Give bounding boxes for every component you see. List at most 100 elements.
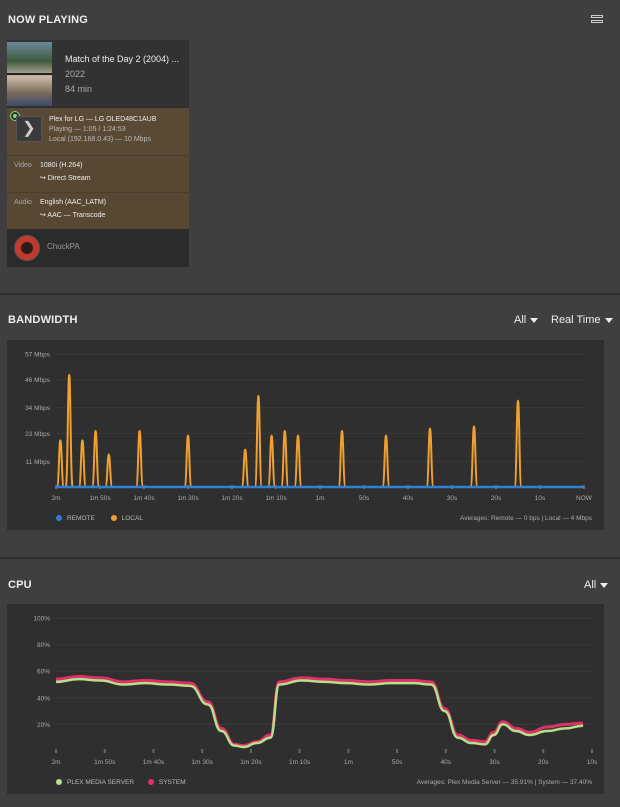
x-tick-label: 1m 20s: [221, 495, 243, 502]
player-info: ❯ Plex for LG — LG OLED48C1AUB Playing —…: [7, 108, 189, 156]
chevron-down-icon: [530, 317, 539, 323]
y-tick-label: 60%: [37, 669, 50, 676]
now-playing-title: NOW PLAYING: [8, 14, 89, 26]
x-tick-mark: [55, 749, 57, 753]
bandwidth-chart-svg: 57 Mbps 46 Mbps 34 Mbps 23 Mbps 11 Mbps 2m 1m …: [25, 352, 593, 503]
x-tick-mark: [249, 749, 252, 753]
x-tick-label: 1m 50s: [94, 759, 116, 766]
x-tick-mark: [152, 749, 155, 753]
x-tick-label: 1m: [315, 495, 324, 502]
player-status: Playing — 1:05 / 1:24:53: [49, 126, 126, 133]
cpu-chart-svg: 100% 80% 60% 40% 20% 2m 1m 50s 1m 40s 1m 30s 1m 2…: [33, 616, 598, 767]
player-network: Local (192.168.0.43) — 10 Mbps: [49, 136, 151, 143]
y-tick-label: 20%: [37, 722, 50, 729]
x-tick-mark: [542, 749, 545, 753]
username[interactable]: ChuckPA: [47, 242, 80, 251]
audio-stream-info: Audio English (AAC_LATM) ↪ AAC — Transco…: [7, 192, 189, 229]
media-duration: 84 min: [65, 84, 93, 94]
avatar: [14, 235, 40, 261]
video-mode: ↪ Direct Stream: [40, 175, 91, 182]
x-tick-label: 40s: [403, 495, 414, 502]
now-playing-card[interactable]: Match of the Day 2 (2004) ... 2022 84 mi…: [7, 40, 189, 267]
player-name: Plex for LG — LG OLED48C1AUB: [49, 116, 157, 123]
bandwidth-averages: Averages: Remote — 0 bps | Local — 4 Mbp…: [460, 515, 592, 522]
bandwidth-section: BANDWIDTH All Real Time 57 Mbps 46 Mbps 34…: [0, 295, 620, 557]
bandwidth-title: BANDWIDTH: [8, 314, 78, 326]
video-value: 1080i (H.264): [40, 162, 83, 169]
bandwidth-filter-label: All: [514, 314, 527, 326]
y-tick-label: 23 Mbps: [25, 431, 51, 438]
x-tick-label: 20s: [538, 759, 549, 766]
x-tick-mark: [201, 749, 204, 753]
y-tick-label: 34 Mbps: [25, 405, 51, 412]
x-tick-mark: [298, 749, 301, 753]
x-tick-label: 1m 10s: [265, 495, 287, 502]
x-tick-label: NOW: [576, 495, 593, 502]
chevron-down-icon: [604, 317, 613, 323]
remote-legend-dot: [56, 515, 62, 522]
system-series-line: [55, 675, 584, 748]
x-tick-label: 40s: [441, 759, 452, 766]
cpu-legend: PLEX MEDIA SERVER SYSTEM: [56, 779, 186, 786]
x-tick-mark: [103, 749, 106, 753]
x-tick-label: 10s: [587, 759, 598, 766]
x-tick-label: 10s: [535, 495, 546, 502]
local-legend-label: LOCAL: [121, 515, 143, 522]
audio-mode: ↪ AAC — Transcode: [40, 212, 106, 219]
y-tick-label: 40%: [37, 695, 50, 702]
system-legend-label: SYSTEM: [158, 779, 186, 786]
x-tick-label: 50s: [392, 759, 403, 766]
cpu-averages: Averages: Plex Media Server — 35.91% | S…: [416, 779, 592, 786]
chevron-right-icon: ❯: [16, 116, 42, 142]
x-tick-label: 1m: [344, 759, 353, 766]
local-series-line: [55, 373, 523, 488]
audio-label: Audio: [14, 199, 32, 206]
x-tick-label: 1m 50s: [89, 495, 111, 502]
audio-value: English (AAC_LATM): [40, 199, 107, 206]
media-thumbnail[interactable]: [7, 42, 52, 106]
bandwidth-legend: REMOTE LOCAL: [56, 515, 143, 522]
x-tick-label: 50s: [359, 495, 370, 502]
pms-legend-dot: [56, 779, 62, 786]
media-info[interactable]: Match of the Day 2 (2004) ... 2022 84 mi…: [7, 40, 189, 107]
bandwidth-range-dropdown[interactable]: Real Time: [551, 314, 613, 326]
bandwidth-chart: 57 Mbps 46 Mbps 34 Mbps 23 Mbps 11 Mbps 2m 1m …: [7, 340, 604, 530]
system-legend-dot: [147, 779, 154, 786]
x-tick-label: 2m: [51, 495, 60, 502]
y-tick-label: 46 Mbps: [25, 377, 51, 384]
x-tick-mark: [591, 749, 593, 753]
y-tick-label: 11 Mbps: [26, 459, 51, 466]
x-tick-mark: [493, 749, 496, 753]
list-icon[interactable]: [591, 15, 603, 26]
local-legend-dot: [110, 515, 117, 522]
x-tick-mark: [444, 749, 447, 753]
now-playing-section: NOW PLAYING Match of the Day 2 (2004) ..…: [0, 0, 620, 293]
y-tick-label: 100%: [33, 616, 50, 623]
pms-legend-label: PLEX MEDIA SERVER: [67, 779, 135, 786]
chevron-down-icon: [600, 582, 609, 588]
video-label: Video: [14, 162, 32, 169]
media-title[interactable]: Match of the Day 2 (2004) ...: [65, 54, 179, 64]
y-tick-label: 80%: [37, 642, 50, 649]
video-stream-info: Video 1080i (H.264) ↪ Direct Stream: [7, 155, 189, 193]
x-tick-label: 1m 30s: [192, 759, 214, 766]
x-tick-label: 1m 40s: [133, 495, 155, 502]
bandwidth-filter-dropdown[interactable]: All: [514, 314, 539, 326]
cpu-chart: 100% 80% 60% 40% 20% 2m 1m 50s 1m 40s 1m 30s 1m 2…: [7, 604, 604, 794]
y-tick-label: 57 Mbps: [25, 352, 51, 359]
x-tick-label: 2m: [51, 759, 60, 766]
x-tick-label: 1m 30s: [177, 495, 199, 502]
x-tick-label: 1m 40s: [143, 759, 165, 766]
x-tick-label: 30s: [447, 495, 458, 502]
pms-series-line: [55, 677, 584, 749]
x-tick-label: 1m 10s: [289, 759, 311, 766]
cpu-section: CPU All 100% 80% 60% 40% 20% 2m 1m 50s 1m 40s 1m…: [0, 559, 620, 807]
x-tick-mark: [396, 749, 399, 753]
bandwidth-range-label: Real Time: [551, 314, 601, 326]
cpu-filter-dropdown[interactable]: All: [584, 579, 609, 591]
user-info[interactable]: ChuckPA: [7, 229, 189, 267]
remote-legend-label: REMOTE: [67, 515, 95, 522]
x-tick-mark: [347, 749, 350, 753]
x-tick-label: 20s: [491, 495, 502, 502]
cpu-title: CPU: [8, 579, 32, 591]
